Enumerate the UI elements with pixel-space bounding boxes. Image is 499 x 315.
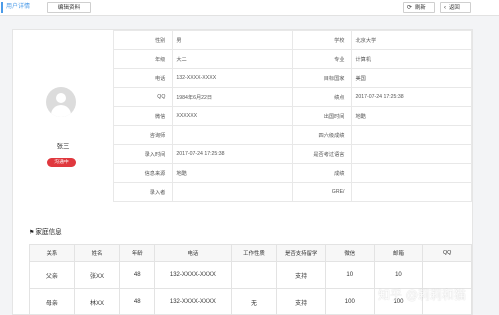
status-badge: 沟通中 [47, 158, 76, 167]
flag-icon: ⚑ [29, 230, 35, 236]
info-label: 目标国家 [291, 68, 353, 88]
family-column-header: 邮箱 [373, 244, 424, 262]
info-label: GRE/ [291, 182, 353, 202]
info-label: 绩点 [291, 87, 353, 107]
edit-profile-button[interactable]: 编辑资料 [47, 2, 91, 13]
family-column-header: 关系 [29, 244, 75, 262]
avatar [46, 87, 76, 117]
info-value: 男 [172, 30, 293, 50]
info-value: XXXXXX [172, 106, 293, 126]
family-cell [422, 261, 472, 289]
family-cell: 张XX [73, 261, 121, 289]
info-label: 录入时间 [112, 144, 174, 164]
back-label: 返回 [449, 5, 460, 11]
family-cell: 48 [119, 288, 156, 315]
family-cell: 132-XXXX-XXXX [154, 261, 232, 289]
info-row: 录入时间 2017-07-24 17:25:38 是否考过语言 [112, 144, 472, 164]
family-title-text: 家庭信息 [35, 229, 62, 236]
info-value: 地酷 [172, 163, 293, 183]
info-row: QQ 1984年6月22日 绩点 2017-07-24 17:25:38 [112, 87, 472, 107]
info-row: 电话 132-XXXX-XXXX 目标国家 美国 [112, 68, 472, 88]
info-row: 性别男学校 北京大学 [112, 30, 472, 50]
family-column-header: 微信 [324, 244, 375, 262]
info-label: 信息来源 [112, 163, 174, 183]
info-label: 录入者 [112, 182, 174, 202]
info-label: 咨询师 [112, 125, 174, 145]
family-section-title: ⚑家庭信息 [29, 226, 62, 236]
family-column-header: 姓名 [73, 244, 121, 262]
info-value [351, 125, 472, 145]
info-value [172, 182, 293, 202]
family-cell: 支持 [276, 288, 326, 315]
family-cell: 48 [119, 261, 156, 289]
family-cell: 母亲 [29, 288, 75, 315]
info-label: 年级 [112, 49, 174, 69]
family-cell: 10 [373, 261, 424, 289]
info-label: QQ [112, 87, 174, 107]
family-column-header: 年龄 [119, 244, 156, 262]
info-value: 北京大学 [351, 30, 472, 50]
info-value: 美国 [351, 68, 472, 88]
info-value: 2017-07-24 17:25:38 [351, 87, 472, 107]
info-value: 计算机 [351, 49, 472, 69]
chevron-left-icon: ‹ [444, 5, 446, 11]
refresh-label: 刷新 [415, 5, 426, 11]
info-row: 咨询师 四六级成绩 [112, 125, 472, 145]
info-value: 1984年6月22日 [172, 87, 293, 107]
info-label: 四六级成绩 [291, 125, 353, 145]
family-cell [230, 261, 278, 289]
info-row: 年级 大二 专业 计算机 [112, 49, 472, 69]
watermark: 知乎 @莉莉和猫 [378, 288, 466, 302]
family-cell: 无 [230, 288, 278, 315]
info-value [351, 144, 472, 164]
info-label: 出国时间 [291, 106, 353, 126]
family-table: 关系 姓名 年龄 电话 工作性质 是否支持留学 微信 邮箱 QQ 父亲 张XX 48 132-XXXX… [29, 244, 472, 315]
info-label: 学校 [291, 30, 353, 50]
info-label: 是否考过语言 [291, 144, 353, 164]
info-label: 微信 [112, 106, 174, 126]
family-cell: 100 [324, 288, 375, 315]
back-button[interactable]: ‹ 返回 [440, 2, 471, 13]
info-label: 性别 [112, 30, 174, 50]
profile-name: 张三 [56, 143, 70, 150]
family-cell: 10 [324, 261, 375, 289]
family-column-header: 是否支持留学 [276, 244, 326, 262]
info-label: 电话 [112, 68, 174, 88]
info-value [351, 163, 472, 183]
family-cell: 父亲 [29, 261, 75, 289]
family-cell: 林XX [73, 288, 121, 315]
avatar-body-icon [51, 105, 71, 117]
info-table: 性别男学校 北京大学 年级 大二 专业 计算机 电话 132-XXXX-XXXX 目标国家 美国 Q… [112, 30, 472, 202]
info-value: 大二 [172, 49, 293, 69]
info-value [351, 182, 472, 202]
info-value: 2017-07-24 17:25:38 [172, 144, 293, 164]
info-row: 信息来源 地酷 成绩 [112, 163, 472, 183]
info-value: 地酷 [351, 106, 472, 126]
info-row: 录入者 GRE/ [112, 182, 472, 202]
refresh-button[interactable]: ⟳ 刷新 [403, 2, 435, 13]
refresh-icon: ⟳ [407, 5, 413, 11]
profile-panel: 张三 沟通中 [13, 30, 113, 200]
family-cell: 支持 [276, 261, 326, 289]
tab-user-detail[interactable]: 用户详情 [1, 2, 44, 13]
info-label: 专业 [291, 49, 353, 69]
info-row: 微信 XXXXXX 出国时间 地酷 [112, 106, 472, 126]
family-column-header: 工作性质 [230, 244, 278, 262]
family-row: 父亲 张XX 48 132-XXXX-XXXX 支持 10 10 [29, 261, 472, 289]
family-cell: 132-XXXX-XXXX [154, 288, 232, 315]
user-detail-card: 张三 沟通中 性别男学校 北京大学 年级 大二 专业 计算机 电话 132-XXXX-XXXX… [12, 29, 473, 315]
info-value: 132-XXXX-XXXX [172, 68, 293, 88]
info-label: 成绩 [291, 163, 353, 183]
family-column-header: QQ [422, 244, 472, 262]
top-bar: 用户详情 编辑资料 ⟳ 刷新 ‹ 返回 [0, 0, 499, 16]
family-column-header: 电话 [154, 244, 232, 262]
avatar-head-icon [56, 93, 66, 103]
info-value [172, 125, 293, 145]
